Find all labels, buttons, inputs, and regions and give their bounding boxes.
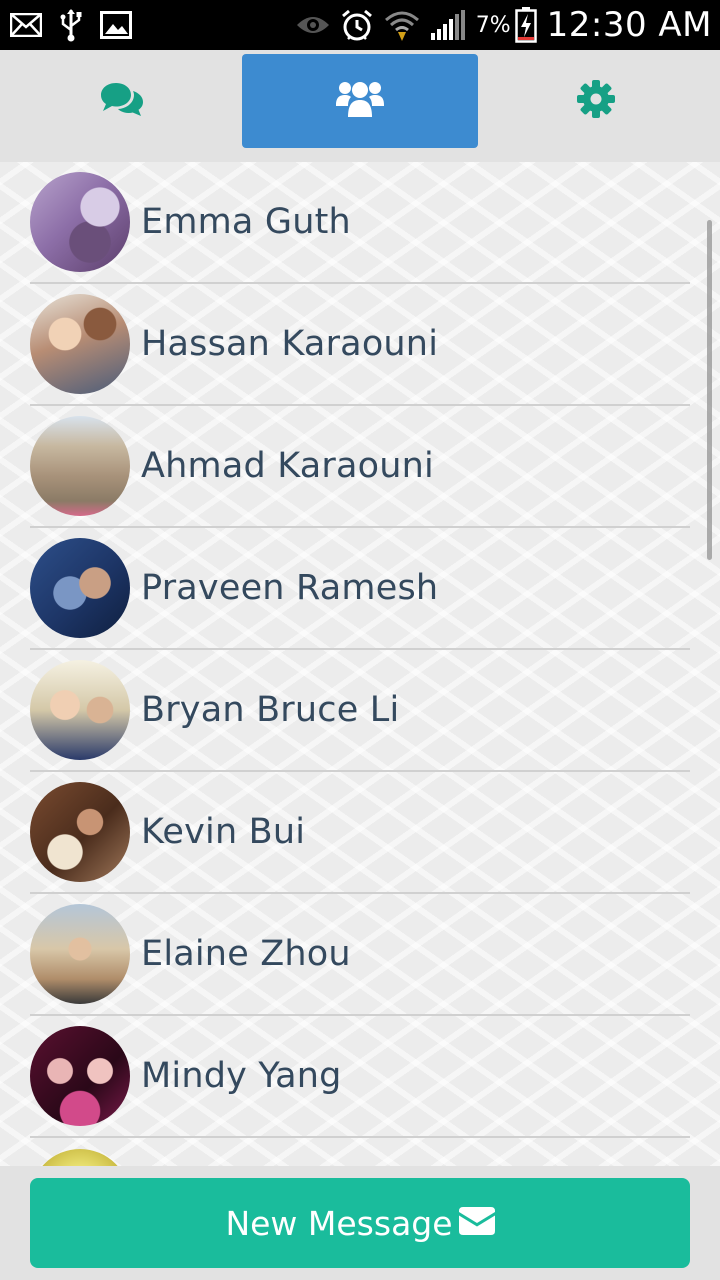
contact-row-partial[interactable] — [30, 1138, 690, 1166]
tab-chat[interactable] — [4, 54, 240, 148]
avatar — [30, 660, 130, 760]
tab-bar — [0, 50, 720, 162]
avatar — [30, 416, 130, 516]
contact-name: Hassan Karaouni — [141, 324, 439, 364]
contact-row[interactable]: Elaine Zhou — [30, 894, 690, 1016]
avatar — [30, 294, 130, 394]
contact-name: Elaine Zhou — [141, 934, 351, 974]
contact-row[interactable]: Hassan Karaouni — [30, 284, 690, 406]
contact-row[interactable]: Emma Guth — [30, 162, 690, 284]
contact-name: Mindy Yang — [141, 1056, 342, 1096]
contact-row[interactable]: Ahmad Karaouni — [30, 406, 690, 528]
avatar — [30, 1149, 130, 1166]
image-icon — [100, 11, 132, 39]
contact-list[interactable]: Emma Guth Hassan Karaouni Ahmad Karaouni… — [0, 162, 720, 1166]
avatar — [30, 538, 130, 638]
envelope-icon — [458, 1204, 495, 1243]
contact-name: Praveen Ramesh — [141, 568, 439, 608]
scrollbar[interactable] — [707, 220, 712, 560]
contact-row[interactable]: Mindy Yang — [30, 1016, 690, 1138]
contact-row[interactable]: Praveen Ramesh — [30, 528, 690, 650]
battery-charging-icon — [514, 7, 537, 43]
contact-name: Emma Guth — [141, 202, 351, 242]
contact-row[interactable]: Kevin Bui — [30, 772, 690, 894]
usb-icon — [60, 8, 82, 42]
avatar — [30, 904, 130, 1004]
contact-name: Kevin Bui — [141, 812, 306, 852]
status-left-icons — [10, 8, 132, 42]
alarm-icon — [340, 8, 374, 42]
gear-icon — [577, 79, 615, 123]
chat-bubbles-icon — [100, 81, 144, 122]
avatar — [30, 172, 130, 272]
contact-row[interactable]: Bryan Bruce Li — [30, 650, 690, 772]
status-right-icons: 7% 12:30 AM — [296, 5, 712, 45]
contact-name: Bryan Bruce Li — [141, 690, 400, 730]
mail-icon — [10, 13, 42, 37]
wifi-icon — [384, 8, 420, 42]
users-icon — [336, 79, 384, 124]
avatar — [30, 782, 130, 882]
eye-icon — [296, 14, 330, 36]
avatar — [30, 1026, 130, 1126]
tab-friends[interactable] — [242, 54, 478, 148]
battery-percent: 7% — [475, 12, 511, 38]
status-bar: 7% 12:30 AM — [0, 0, 720, 50]
contact-name: Ahmad Karaouni — [141, 446, 434, 486]
signal-icon — [430, 9, 466, 41]
new-message-label: New Message — [225, 1203, 453, 1243]
tab-settings[interactable] — [478, 54, 714, 148]
clock: 12:30 AM — [546, 5, 712, 45]
new-message-button[interactable]: New Message — [30, 1178, 690, 1268]
bottom-bar: New Message — [0, 1166, 720, 1280]
